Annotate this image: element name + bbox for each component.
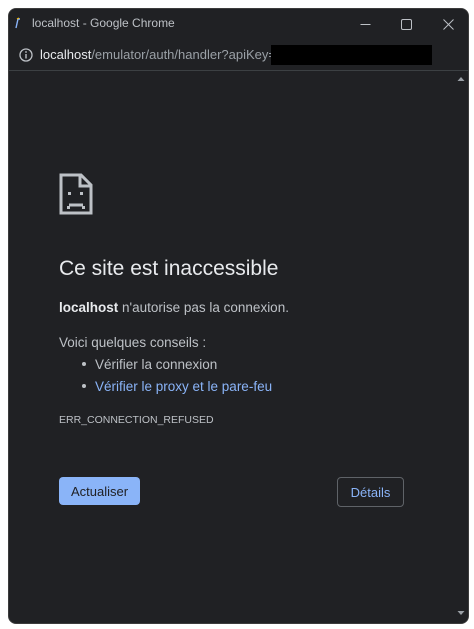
window-title: localhost - Google Chrome [32, 16, 175, 30]
maximize-icon [400, 18, 412, 30]
scroll-up-arrow-icon[interactable] [457, 75, 465, 83]
tips-list: Vérifier la connexion Vérifier le proxy … [79, 356, 272, 400]
details-button[interactable]: Détails [337, 477, 404, 507]
url-host: localhost [40, 47, 92, 62]
error-message-text: n'autorise pas la connexion. [118, 300, 289, 315]
minimize-icon [360, 23, 370, 25]
error-message: localhost n'autorise pas la connexion. [59, 300, 289, 315]
page-title: Ce site est inaccessible [59, 257, 279, 280]
scroll-down-arrow-icon[interactable] [457, 609, 465, 617]
tips-title: Voici quelques conseils : [59, 335, 207, 350]
close-icon [442, 18, 454, 30]
list-item: Vérifier la connexion [79, 356, 272, 378]
browser-window: localhost - Google Chrome localhost/emul… [8, 8, 469, 624]
error-page: Ce site est inaccessible localhost n'aut… [9, 71, 454, 623]
sad-page-icon [59, 173, 93, 215]
scrollbar[interactable] [454, 71, 468, 623]
url-path: /emulator/auth/handler?apiKey= [91, 47, 276, 62]
error-code: ERR_CONNECTION_REFUSED [59, 414, 214, 426]
address-bar[interactable]: localhost/emulator/auth/handler?apiKey= [9, 39, 468, 71]
error-host: localhost [59, 300, 119, 315]
title-bar[interactable]: localhost - Google Chrome [9, 9, 468, 39]
favicon-icon [15, 17, 20, 29]
minimize-button[interactable] [348, 13, 382, 35]
maximize-button[interactable] [389, 13, 423, 35]
close-button[interactable] [431, 13, 465, 35]
reload-button[interactable]: Actualiser [59, 477, 140, 505]
proxy-firewall-link[interactable]: Vérifier le proxy et le pare-feu [79, 378, 272, 400]
url-text[interactable]: localhost/emulator/auth/handler?apiKey= [40, 47, 276, 62]
redacted-api-key [271, 45, 432, 65]
info-icon[interactable] [19, 48, 33, 62]
